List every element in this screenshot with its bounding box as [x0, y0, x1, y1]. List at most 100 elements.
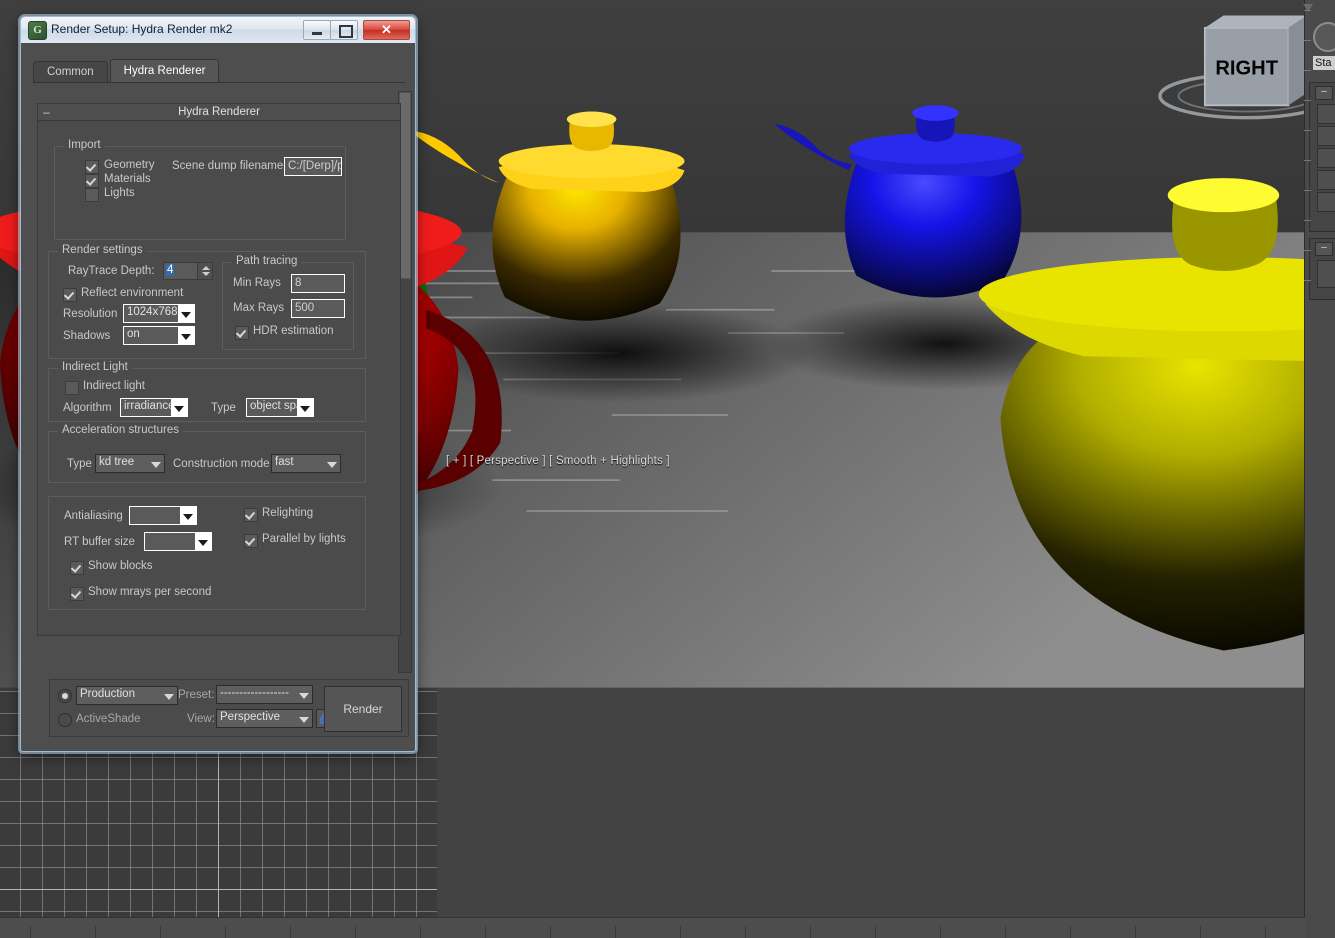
rt-buffer-size-dropdown[interactable] [144, 532, 212, 551]
shadows-value: on [127, 328, 140, 340]
radio-production[interactable] [58, 689, 72, 703]
checkbox-materials[interactable] [85, 174, 99, 188]
label-max-rays: Max Rays [233, 302, 284, 314]
chevron-down-icon[interactable] [195, 533, 211, 550]
label-preset: Preset: [178, 689, 214, 701]
label-lights: Lights [104, 187, 135, 199]
checkbox-hdr-estimation[interactable] [235, 326, 249, 340]
checkbox-show-blocks[interactable] [70, 561, 84, 575]
mode-value: Production [80, 688, 135, 700]
min-rays-input[interactable]: 8 [291, 274, 345, 293]
panel-name-field[interactable]: Sta [1313, 56, 1335, 70]
maximize-button[interactable] [330, 20, 358, 40]
dialog-action-bar: Production ActiveShade Preset: ---------… [49, 679, 409, 737]
raytrace-depth-spinner[interactable]: 4 [163, 262, 213, 280]
label-scene-dump-filename: Scene dump filename [172, 160, 283, 172]
group-import: Import Geometry Materials Lights Scene d… [54, 146, 346, 240]
panel-field-5[interactable] [1317, 192, 1335, 212]
minimize-button[interactable] [303, 20, 331, 40]
preset-value: ------------------ [220, 687, 289, 699]
group-import-legend: Import [64, 139, 105, 151]
dialog-body: Common Hydra Renderer – Hydra Renderer I… [21, 43, 415, 751]
scene-dump-filename-input[interactable]: C:/[Derp]/plu [284, 157, 342, 176]
label-resolution: Resolution [63, 308, 117, 320]
minimize-icon [312, 32, 322, 35]
spinner-arrows-icon[interactable] [197, 263, 212, 279]
label-show-blocks: Show blocks [88, 560, 153, 572]
algorithm-dropdown[interactable]: irradiance [120, 398, 188, 417]
dialog-title: Render Setup: Hydra Render mk2 [51, 22, 232, 36]
tab-underline [33, 82, 405, 83]
label-view: View: [187, 713, 215, 725]
label-indirect-type: Type [211, 402, 236, 414]
render-setup-dialog[interactable]: G Render Setup: Hydra Render mk2 ✕ Commo… [20, 16, 416, 752]
resolution-dropdown[interactable]: 1024x768 [123, 304, 195, 323]
shadows-dropdown[interactable]: on [123, 326, 195, 345]
raytrace-depth-value[interactable]: 4 [166, 264, 174, 276]
tab-common[interactable]: Common [33, 61, 108, 83]
panel-field-3[interactable] [1317, 148, 1335, 168]
panel-field-2[interactable] [1317, 126, 1335, 146]
panel-field-1[interactable] [1317, 104, 1335, 124]
max-rays-input[interactable]: 500 [291, 299, 345, 318]
indirect-type-value: object spa [250, 400, 302, 412]
chevron-down-icon[interactable] [178, 305, 194, 322]
panel-rollout-1-collapse[interactable]: – [1315, 86, 1333, 100]
label-rt-buffer-size: RT buffer size [64, 536, 135, 548]
chevron-down-icon[interactable] [171, 399, 187, 416]
rollout-collapse-icon[interactable]: – [43, 104, 50, 120]
checkbox-reflect-environment[interactable] [63, 288, 77, 302]
app-icon: G [28, 21, 47, 40]
bottom-status-strip [0, 917, 1305, 938]
algorithm-value: irradiance [124, 400, 175, 412]
label-algorithm: Algorithm [63, 402, 112, 414]
checkbox-lights[interactable] [85, 188, 99, 202]
label-activeshade: ActiveShade [76, 713, 141, 725]
label-reflect-environment: Reflect environment [81, 287, 183, 299]
panel-field-4[interactable] [1317, 170, 1335, 190]
group-indirect-light-legend: Indirect Light [58, 361, 132, 373]
checkbox-show-mrays[interactable] [70, 587, 84, 601]
chevron-down-icon[interactable] [161, 687, 177, 704]
label-geometry: Geometry [104, 159, 155, 171]
chevron-down-icon[interactable] [296, 710, 312, 727]
chevron-down-icon[interactable] [296, 686, 312, 703]
label-parallel-by-lights: Parallel by lights [262, 533, 346, 545]
chevron-down-icon[interactable] [180, 507, 196, 524]
group-path-tracing-legend: Path tracing [232, 255, 301, 267]
checkbox-geometry[interactable] [85, 160, 99, 174]
close-button[interactable]: ✕ [363, 20, 410, 40]
label-hdr-estimation: HDR estimation [253, 325, 334, 337]
checkbox-indirect-light[interactable] [65, 381, 79, 395]
panel-round-button[interactable] [1313, 22, 1335, 52]
mode-dropdown[interactable]: Production [76, 686, 178, 705]
panel-field-6[interactable] [1317, 260, 1335, 288]
view-value: Perspective [220, 711, 280, 723]
tab-hydra-renderer[interactable]: Hydra Renderer [110, 59, 220, 83]
panel-rollout-2-collapse[interactable]: – [1315, 242, 1333, 256]
label-min-rays: Min Rays [233, 277, 281, 289]
view-dropdown[interactable]: Perspective [216, 709, 313, 728]
checkbox-relighting[interactable] [244, 508, 258, 522]
chevron-down-icon[interactable] [178, 327, 194, 344]
close-icon: ✕ [364, 21, 409, 39]
group-path-tracing: Path tracing Min Rays 8 Max Rays 500 HDR… [222, 262, 354, 350]
dialog-titlebar[interactable]: G Render Setup: Hydra Render mk2 ✕ [21, 17, 415, 44]
preset-dropdown[interactable]: ------------------ [216, 685, 313, 704]
maximize-icon [339, 25, 353, 38]
rollout-hydra-renderer: – Hydra Renderer Import Geometry Materia… [37, 103, 401, 636]
label-shadows: Shadows [63, 330, 110, 342]
command-panel[interactable]: Sta – – [1304, 0, 1335, 938]
chevron-down-icon[interactable] [297, 399, 313, 416]
label-relighting: Relighting [262, 507, 313, 519]
checkbox-parallel-by-lights[interactable] [244, 534, 258, 548]
viewcube-right-label: RIGHT [1215, 57, 1278, 79]
render-button[interactable]: Render [324, 686, 402, 732]
radio-activeshade[interactable] [58, 713, 72, 727]
dialog-tabs[interactable]: Common Hydra Renderer [33, 61, 221, 83]
resolution-value: 1024x768 [127, 306, 178, 318]
rollout-header[interactable]: – Hydra Renderer [38, 104, 400, 121]
antialiasing-dropdown[interactable] [129, 506, 197, 525]
indirect-type-dropdown[interactable]: object spa [246, 398, 314, 417]
group-indirect-light: Indirect Light Indirect light Algorithm … [48, 368, 366, 422]
